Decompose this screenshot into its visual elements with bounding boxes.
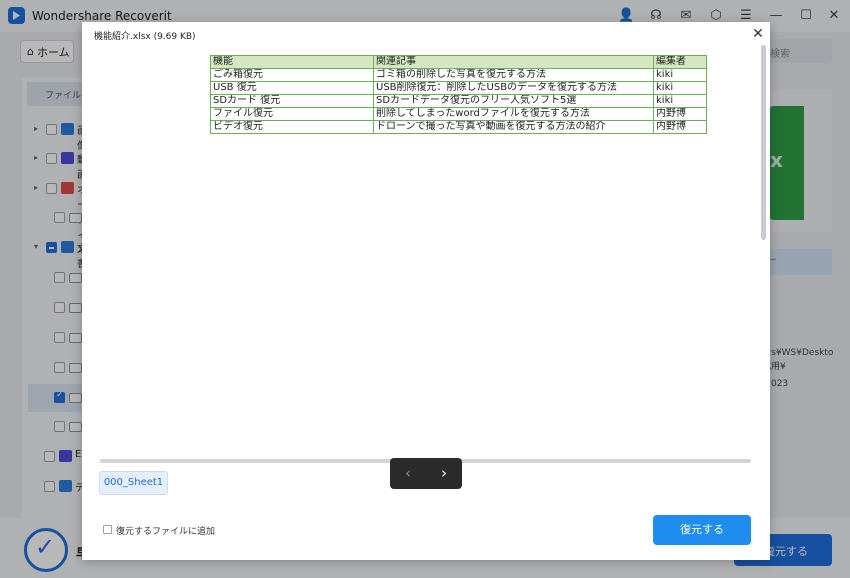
table-cell: USB削除復元：削除したUSBのデータを復元する方法	[373, 81, 654, 95]
table-cell: SDカード 復元	[210, 94, 374, 108]
table-cell: ビデオ復元	[210, 120, 374, 134]
table-cell: kiki	[653, 81, 707, 95]
table-cell: ドローンで撮った写真や動画を復元する方法の紹介	[373, 120, 654, 134]
vertical-scrollbar[interactable]	[761, 45, 766, 240]
table-cell: ごみ箱復元	[210, 68, 374, 82]
dialog-title: 機能紹介.xlsx (9.69 KB)	[94, 32, 196, 42]
table-cell: USB 復元	[210, 81, 374, 95]
column-header: 関連記事	[373, 55, 654, 69]
table-cell: SDカードデータ復元のフリー人気ソフト5選	[373, 94, 654, 108]
table-row: ファイル復元 削除してしまったwordファイルを復元する方法 内野博	[210, 107, 707, 121]
column-header: 編集者	[653, 55, 707, 69]
close-icon[interactable]: ✕	[750, 26, 766, 42]
table-row: SDカード 復元 SDカードデータ復元のフリー人気ソフト5選 kiki	[210, 94, 707, 108]
table-cell: kiki	[653, 68, 707, 82]
page-navigation: ‹ ›	[390, 458, 462, 489]
table-cell: 内野博	[653, 120, 707, 134]
table-cell: kiki	[653, 94, 707, 108]
table-row: USB 復元 USB削除復元：削除したUSBのデータを復元する方法 kiki	[210, 81, 707, 95]
column-header: 機能	[210, 55, 374, 69]
header-row: 機能 関連記事 編集者	[210, 55, 707, 69]
table-row: ビデオ復元 ドローンで撮った写真や動画を復元する方法の紹介 内野博	[210, 120, 707, 134]
add-to-restore-checkbox[interactable]	[103, 525, 112, 534]
spreadsheet-table: 機能 関連記事 編集者 ごみ箱復元 ゴミ箱の削除した写真を復元する方法 kiki USB 復…	[210, 55, 707, 134]
table-cell: ゴミ箱の削除した写真を復元する方法	[373, 68, 654, 82]
add-to-restore-label: 復元するファイルに追加	[116, 527, 216, 537]
restore-button[interactable]: 復元する	[653, 515, 751, 545]
chevron-right-icon[interactable]: ›	[426, 458, 462, 489]
table-cell: 削除してしまったwordファイルを復元する方法	[373, 107, 654, 121]
chevron-left-icon[interactable]: ‹	[390, 458, 426, 489]
table-row: ごみ箱復元 ゴミ箱の削除した写真を復元する方法 kiki	[210, 68, 707, 82]
sheet-tab[interactable]: 000_Sheet1	[99, 471, 168, 495]
preview-dialog: 機能紹介.xlsx (9.69 KB) ✕ 機能 関連記事 編集者 ごみ箱復元 ゴミ箱の…	[82, 22, 770, 560]
table-cell: 内野博	[653, 107, 707, 121]
table-cell: ファイル復元	[210, 107, 374, 121]
